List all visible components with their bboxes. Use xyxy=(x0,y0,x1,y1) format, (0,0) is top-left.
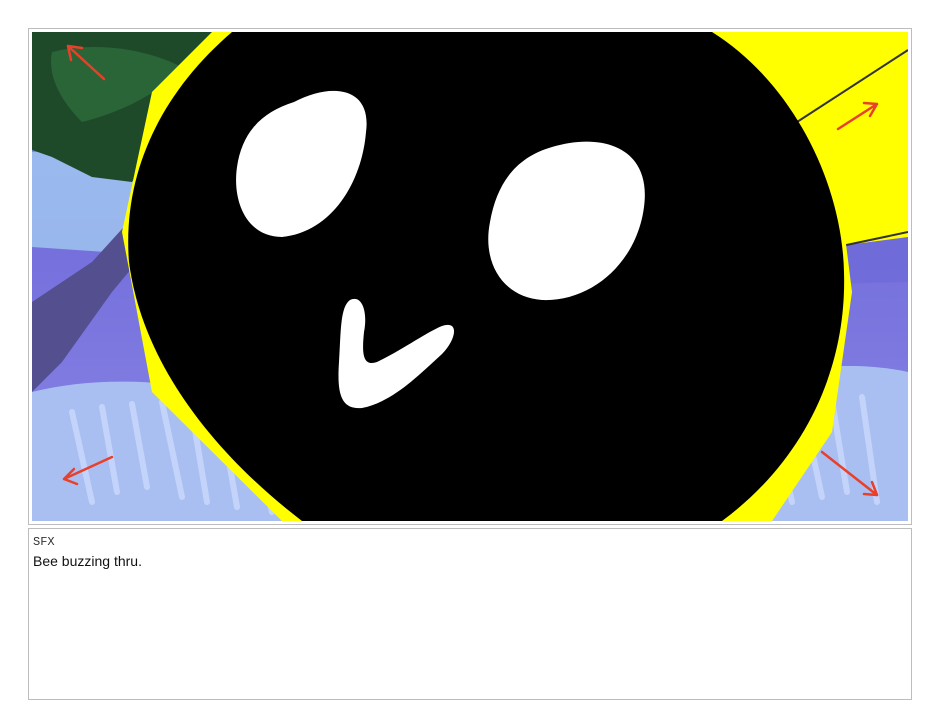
notes-text: Bee buzzing thru. xyxy=(33,553,142,569)
notes-label: SFX xyxy=(33,535,55,549)
panel-notes-box: SFX Bee buzzing thru. xyxy=(28,528,912,700)
storyboard-panel xyxy=(28,28,912,525)
bee-drawing xyxy=(32,32,908,521)
panel-illustration xyxy=(32,32,908,521)
bee-body xyxy=(128,32,845,521)
